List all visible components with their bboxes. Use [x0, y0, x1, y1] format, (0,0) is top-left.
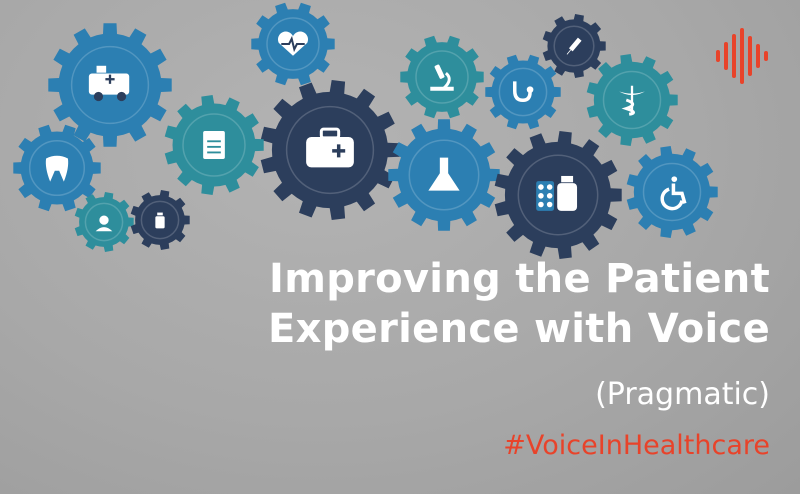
clipboard-icon	[203, 131, 225, 159]
headline: Improving the Patient Experience with Vo…	[210, 254, 770, 354]
gear	[586, 54, 678, 146]
gear	[485, 54, 561, 130]
subtitle: (Pragmatic)	[595, 377, 770, 412]
hashtag: #VoiceInHealthcare	[503, 430, 770, 461]
gear	[626, 146, 718, 238]
gear	[494, 131, 622, 259]
gear	[260, 80, 400, 220]
gear	[130, 190, 190, 250]
gear	[400, 35, 484, 119]
gear	[251, 2, 335, 86]
gear	[388, 119, 500, 231]
gear	[74, 192, 134, 252]
soundwave-logo-icon	[716, 28, 768, 84]
banner: Improving the Patient Experience with Vo…	[0, 0, 800, 494]
gear	[164, 95, 264, 195]
headline-line-1: Improving the Patient	[269, 256, 770, 302]
headline-line-2: Experience with Voice	[268, 306, 770, 352]
gear-body	[485, 54, 561, 130]
gear-cluster	[13, 2, 718, 259]
